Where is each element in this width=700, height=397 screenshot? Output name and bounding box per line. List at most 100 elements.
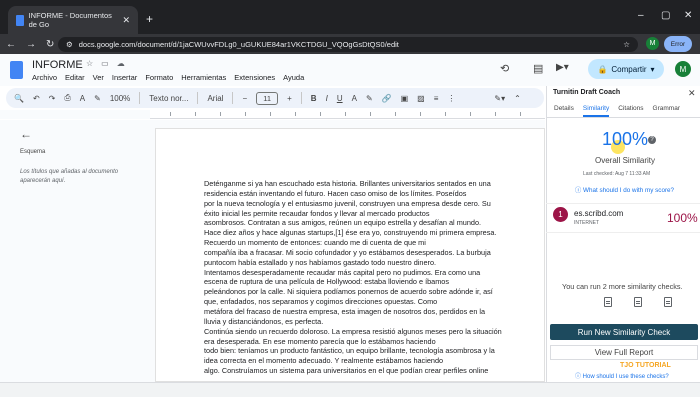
font-select[interactable]: Arial (207, 94, 223, 103)
account-avatar[interactable]: M (675, 61, 691, 77)
decrease-font-icon[interactable]: − (242, 94, 247, 103)
menu-ver[interactable]: Ver (93, 73, 104, 82)
minimize-icon[interactable]: – (638, 10, 644, 21)
tab-citations[interactable]: Citations (618, 105, 643, 112)
menu-archivo[interactable]: Archivo (32, 73, 57, 82)
text-color-icon[interactable]: A (352, 94, 357, 103)
paragraph-line: era desesperada. En ese momento parecía … (204, 336, 436, 346)
spellcheck-icon[interactable]: A (80, 94, 85, 103)
navigation-bar: ← → ↻ ⚙ docs.google.com/document/d/1jaCW… (0, 34, 700, 54)
docs-logo-icon[interactable] (10, 61, 23, 79)
ruler[interactable] (150, 110, 545, 119)
meet-icon[interactable]: ▶▾ (556, 62, 569, 73)
paragraph-line: peleándonos por la calle. Ni siquiera po… (204, 287, 493, 297)
document-body[interactable]: Deténganme si ya han escuchado esta hist… (204, 179, 504, 376)
how-use-text: How should I use these checks? (582, 374, 669, 380)
font-size-input[interactable]: 11 (256, 91, 279, 105)
address-bar[interactable]: ⚙ docs.google.com/document/d/1jaCWUvvFDL… (58, 37, 638, 52)
collapse-toolbar-icon[interactable]: ⌃ (514, 94, 521, 103)
move-folder-icon[interactable]: ▭ (101, 59, 109, 68)
paragraph-line: algo. Construíamos un sistema para unive… (204, 366, 489, 376)
watermark: TJO TUTORIAL (620, 362, 671, 369)
star-icon[interactable]: ☆ (86, 59, 93, 68)
paragraph-line: lluvia y distanciándonos, es perfecta. (204, 316, 324, 326)
horizontal-scrollbar[interactable] (0, 382, 700, 397)
browser-tab[interactable]: INFORME - Documentos de Go ✕ (8, 6, 138, 34)
close-outline-icon[interactable]: ← (20, 127, 32, 141)
highlight-icon[interactable]: ✎ (366, 94, 373, 103)
zoom-select[interactable]: 100% (110, 94, 130, 103)
document-title[interactable]: INFORME (32, 59, 83, 71)
tab-details[interactable]: Details (554, 105, 574, 112)
bookmark-star-icon[interactable]: ☆ (623, 40, 630, 49)
how-use-link[interactable]: ⓘ How should I use these checks? (575, 371, 669, 380)
history-icon[interactable]: ⟲ (500, 62, 509, 75)
undo-icon[interactable]: ↶ (33, 94, 40, 103)
what-should-link[interactable]: ⓘ What should I do with my score? (575, 185, 674, 194)
paragraph-line: éxito inicial les permite recaudar fondo… (204, 208, 430, 218)
italic-icon[interactable]: I (326, 94, 328, 103)
paragraph-line: idea correcta en el momento adecuado. Y … (204, 356, 444, 366)
print-icon[interactable]: ⎙ (64, 93, 70, 103)
run-similarity-check-button[interactable]: Run New Similarity Check (550, 324, 698, 340)
tab-grammar[interactable]: Grammar (653, 105, 680, 112)
paragraph-line: asombrosos. Contratan a sus amigos, reún… (204, 218, 482, 228)
bold-icon[interactable]: B (311, 94, 317, 103)
help-icon[interactable]: ? (648, 136, 656, 144)
menu-herramientas[interactable]: Herramientas (181, 73, 226, 82)
new-tab-icon[interactable]: + (146, 12, 153, 26)
menu-insertar[interactable]: Insertar (112, 73, 137, 82)
align-icon[interactable]: ≡ (434, 94, 439, 103)
paragraph-line: que, enfadados, nos separamos y cogimos … (204, 297, 438, 307)
menu-formato[interactable]: Formato (145, 73, 173, 82)
insert-image-icon[interactable]: ▨ (417, 94, 425, 103)
formatting-toolbar: 🔍 ↶ ↷ ⎙ A ✎ 100% Texto nor... Arial − 11… (6, 88, 544, 108)
toolbar-divider (232, 92, 234, 104)
checks-remaining: You can run 2 more similarity checks. (562, 282, 683, 291)
panel-tabs: Details Similarity Citations Grammar (546, 100, 700, 118)
editing-mode-icon[interactable]: ✎▾ (494, 94, 505, 103)
view-full-report-button[interactable]: View Full Report (550, 345, 698, 360)
back-nav-icon[interactable]: ← (6, 39, 16, 50)
similarity-percent: 100% (602, 129, 649, 149)
increase-font-icon[interactable]: + (287, 94, 292, 103)
paragraph-line: todo bien: teníamos un producto fantásti… (204, 346, 495, 356)
share-button[interactable]: 🔒 Compartir ▾ (588, 59, 664, 79)
last-checked: Last checked: Aug 7 11:33 AM (583, 171, 651, 177)
paragraph-line: Deténganme si ya han escuchado esta hist… (204, 179, 491, 188)
style-select[interactable]: Texto nor... (149, 94, 188, 103)
reload-icon[interactable]: ↻ (46, 39, 54, 50)
add-comment-icon[interactable]: ▣ (401, 94, 409, 103)
error-badge[interactable]: Error (664, 36, 692, 52)
link-icon[interactable]: 🔗 (382, 94, 392, 103)
more-options-icon[interactable]: ⋮ (447, 94, 455, 103)
close-tab-icon[interactable]: ✕ (122, 15, 130, 26)
paragraph-line: puntocom había estallado y nos habíamos … (204, 257, 437, 267)
comments-icon[interactable]: ▤ (533, 62, 543, 75)
paragraph-line: Hace diez años y hace algunas startups,[… (204, 228, 497, 238)
menu-editar[interactable]: Editar (65, 73, 85, 82)
redo-icon[interactable]: ↷ (49, 94, 56, 103)
cloud-status-icon[interactable]: ☁ (117, 59, 125, 68)
close-panel-icon[interactable]: ✕ (688, 88, 696, 99)
forward-nav-icon[interactable]: → (26, 39, 36, 50)
outline-hint: Los títulos que añadas al documento apar… (20, 169, 119, 184)
paint-format-icon[interactable]: ✎ (94, 94, 101, 103)
source-name[interactable]: es.scribd.com (574, 209, 623, 218)
lock-icon: 🔒 (597, 64, 608, 74)
paragraph-line: residencia están inventando el futuro. H… (204, 188, 467, 198)
chevron-down-icon: ▾ (650, 64, 655, 74)
close-window-icon[interactable]: ✕ (684, 10, 692, 21)
maximize-icon[interactable]: ▢ (661, 10, 670, 21)
tab-similarity[interactable]: Similarity (582, 105, 610, 117)
outline-title: Esquema (20, 149, 46, 155)
source-rank-badge: 1 (553, 207, 568, 222)
menu-extensiones[interactable]: Extensiones (234, 73, 275, 82)
menu-ayuda[interactable]: Ayuda (283, 73, 304, 82)
search-menus-icon[interactable]: 🔍 (14, 94, 24, 103)
profile-avatar[interactable]: M (646, 37, 659, 50)
site-info-icon[interactable]: ⚙ (66, 40, 73, 49)
paragraph-line: Continúa siendo un recuerdo doloroso. La… (204, 326, 502, 336)
docs-favicon-icon (16, 14, 24, 26)
underline-icon[interactable]: U (337, 94, 343, 103)
